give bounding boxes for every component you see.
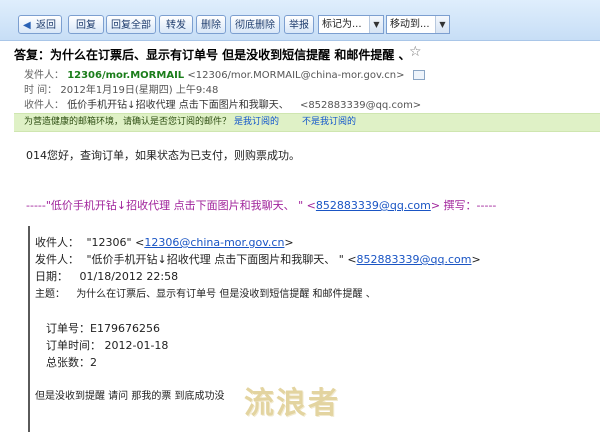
back-button[interactable]: ◀ 返回 — [18, 15, 62, 34]
sender-address: <12306/mor.MORMAIL@china-mor.gov.cn> — [187, 70, 405, 81]
sender-name[interactable]: 12306/mor.MORMAIL — [67, 70, 184, 81]
quote-bar — [28, 226, 30, 432]
time-row: 时 间： 2012年1月19日(星期四) 上午9:48 — [24, 81, 218, 96]
subscription-bar: 为营造健康的邮箱环境，请确认是否您订阅的邮件？ 是我订阅的 不是我订阅的 — [14, 113, 600, 132]
reply-all-button[interactable]: 回复全部 — [106, 15, 156, 34]
mark-as-select[interactable]: 标记为... ▼ — [318, 15, 384, 34]
order-time: 订单时间： 2012-01-18 — [46, 339, 169, 352]
subscription-question: 为营造健康的邮箱环境，请确认是否您订阅的邮件？ — [24, 117, 232, 127]
order-number: 订单号：E179676256 — [46, 322, 160, 335]
ticket-count: 总张数：2 — [46, 356, 97, 369]
quoted-to-row: 收件人： "12306" <12306@china-mor.gov.cn> — [35, 236, 294, 249]
delete-button[interactable]: 删除 — [196, 15, 226, 34]
reply-button[interactable]: 回复 — [68, 15, 104, 34]
move-to-select[interactable]: 移动到... ▼ — [386, 15, 450, 34]
to-row: 收件人： 低价手机开钻↓招收代理 点击下面图片和我聊天、 <852883339@… — [24, 96, 421, 111]
from-row: 发件人： 12306/mor.MORMAIL <12306/mor.MORMAI… — [24, 66, 425, 81]
report-button[interactable]: 举报 — [284, 15, 314, 34]
chevron-down-icon: ▼ — [369, 16, 383, 33]
back-arrow-icon: ◀ — [23, 20, 31, 31]
quote-email-link[interactable]: 852883339@qq.com — [316, 199, 431, 212]
mail-subject: 答复：为什么在订票后、显示有订单号 但是没收到短信提醒 和邮件提醒 、 — [14, 48, 411, 62]
star-icon[interactable]: ☆ — [409, 44, 422, 60]
quoted-subject-row: 主题： 为什么在订票后、显示有订单号 但是没收到短信提醒 和邮件提醒 、 — [35, 289, 376, 300]
recipient-name[interactable]: 低价手机开钻↓招收代理 点击下面图片和我聊天、 — [67, 100, 289, 111]
time-value: 2012年1月19日(星期四) 上午9:48 — [60, 85, 219, 96]
to-label: 收件人： — [24, 100, 64, 111]
watermark-logo: 流浪者 — [244, 386, 340, 421]
quoted-from-email-link[interactable]: 852883339@qq.com — [357, 253, 472, 266]
delete-permanent-button[interactable]: 彻底删除 — [230, 15, 280, 34]
mail-toolbar: ◀ 返回 回复 回复全部 转发 删除 彻底删除 举报 标记为... ▼ 移动到.… — [0, 0, 600, 41]
time-label: 时 间： — [24, 85, 58, 96]
quoted-date-row: 日期： 01/18/2012 22:58 — [35, 270, 179, 283]
from-label: 发件人： — [24, 70, 64, 81]
not-subscribed-link[interactable]: 不是我订阅的 — [302, 114, 356, 131]
quoted-from-row: 发件人： "低价手机开钻↓招收代理 点击下面图片和我聊天、 " <8528833… — [35, 253, 481, 266]
chevron-down-icon: ▼ — [435, 16, 449, 33]
quote-header: -----"低价手机开钻↓招收代理 点击下面图片和我聊天、 " <8528833… — [26, 199, 497, 212]
forward-button[interactable]: 转发 — [159, 15, 193, 34]
quoted-closing: 但是没收到提醒 请问 那我的票 到底成功没 — [35, 391, 225, 402]
quoted-to-email-link[interactable]: 12306@china-mor.gov.cn — [144, 236, 284, 249]
recipient-address: <852883339@qq.com> — [299, 100, 422, 111]
subscribed-link[interactable]: 是我订阅的 — [234, 114, 279, 131]
contact-card-icon[interactable] — [412, 70, 425, 80]
reply-text: 014您好，查询订单，如果状态为已支付，则购票成功。 — [26, 149, 300, 162]
